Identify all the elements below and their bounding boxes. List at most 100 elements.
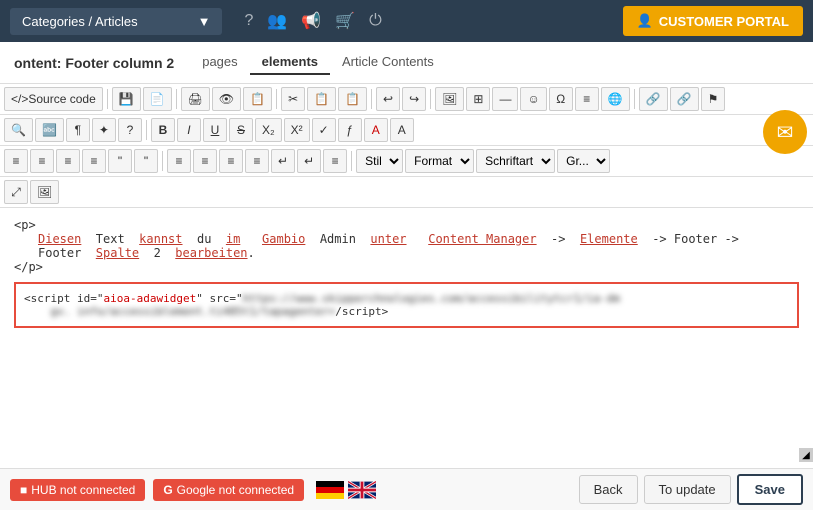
language-flags bbox=[316, 481, 376, 499]
rtl-button[interactable]: ↵ bbox=[297, 149, 321, 173]
globe-button[interactable]: 🌐 bbox=[601, 87, 630, 111]
list2-button[interactable]: ≡ bbox=[30, 149, 54, 173]
font-family-select[interactable]: Schriftart bbox=[476, 149, 555, 173]
superscript-button[interactable]: X² bbox=[284, 118, 310, 142]
code-paragraph-text: Diesen Text kannst du im Gambio Admin un… bbox=[14, 232, 799, 246]
code-content-area[interactable]: <p> Diesen Text kannst du im Gambio Admi… bbox=[0, 208, 813, 368]
preview-button[interactable]: 👁 bbox=[212, 87, 241, 111]
separator bbox=[146, 120, 147, 140]
cut-button[interactable]: ✂ bbox=[281, 87, 305, 111]
action-buttons: Back To update Save bbox=[579, 474, 803, 505]
link-im: im bbox=[226, 232, 240, 246]
cart-icon[interactable]: 🛒 bbox=[335, 11, 355, 31]
template2-button[interactable]: ≡ bbox=[575, 87, 599, 111]
users-icon[interactable]: 👥 bbox=[267, 11, 287, 31]
highlight-button[interactable]: A bbox=[390, 118, 414, 142]
anchor-button[interactable]: ⚑ bbox=[701, 87, 726, 111]
align-left-button[interactable]: ≡ bbox=[167, 149, 191, 173]
german-flag-icon[interactable] bbox=[316, 481, 344, 499]
align-center-button[interactable]: ≡ bbox=[193, 149, 217, 173]
separator bbox=[371, 89, 372, 109]
image-button[interactable]: 🖼 bbox=[435, 87, 464, 111]
script-mid-blurred: gv. info/accessiblement.ti485t1/tapagent… bbox=[24, 305, 335, 318]
print-button[interactable]: 🖨 bbox=[181, 87, 210, 111]
to-update-button[interactable]: To update bbox=[644, 475, 731, 504]
separator bbox=[276, 89, 277, 109]
top-navigation: Categories / Articles ▼ ? 👥 📢 🛒 ⏻ 👤 CUST… bbox=[0, 0, 813, 42]
header-tabs: pages elements Article Contents bbox=[190, 50, 446, 75]
code-footer-line: Footer Spalte 2 bearbeiten. bbox=[14, 246, 799, 260]
check-button[interactable]: ✓ bbox=[312, 118, 336, 142]
page-title: ontent: Footer column 2 bbox=[14, 55, 174, 71]
subscript-button[interactable]: X₂ bbox=[255, 118, 282, 142]
link-spalte: Spalte bbox=[96, 246, 139, 260]
source-code-button[interactable]: </> Source code bbox=[4, 87, 103, 111]
style-select[interactable]: Stil bbox=[356, 149, 403, 173]
hr-button[interactable]: — bbox=[492, 87, 518, 111]
format-select[interactable]: Format bbox=[405, 149, 474, 173]
emoji-button[interactable]: ☺ bbox=[520, 87, 546, 111]
line-height-button[interactable]: ≡ bbox=[323, 149, 347, 173]
link-kannst: kannst bbox=[139, 232, 182, 246]
templates-button[interactable]: 📋 bbox=[243, 87, 272, 111]
help-icon[interactable]: ? bbox=[244, 12, 253, 30]
new-doc-button[interactable]: 📄 bbox=[143, 87, 172, 111]
paste-button[interactable]: 📋 bbox=[338, 87, 367, 111]
status-bar: ■ HUB not connected G Google not connect… bbox=[0, 468, 813, 510]
tab-article-contents[interactable]: Article Contents bbox=[330, 50, 446, 75]
category-dropdown[interactable]: Categories / Articles ▼ bbox=[10, 8, 222, 35]
power-icon[interactable]: ⏻ bbox=[369, 12, 382, 30]
outdent-button[interactable]: ≡ bbox=[82, 149, 106, 173]
code-paragraph-close: </p> bbox=[14, 260, 799, 274]
person-icon: 👤 bbox=[637, 13, 653, 29]
tab-pages[interactable]: pages bbox=[190, 50, 249, 75]
bold-button[interactable]: B bbox=[151, 118, 175, 142]
font-color-button[interactable]: A bbox=[364, 118, 388, 142]
find-button[interactable]: 🔍 bbox=[4, 118, 33, 142]
resize-handle[interactable]: ◢ bbox=[799, 448, 813, 462]
uk-flag-icon[interactable] bbox=[348, 481, 376, 499]
separator bbox=[107, 89, 108, 109]
italic-button[interactable]: I bbox=[177, 118, 201, 142]
align-right-button[interactable]: ≡ bbox=[219, 149, 243, 173]
view-button[interactable]: 🖼 bbox=[30, 180, 59, 204]
message-float-icon[interactable]: ✉ bbox=[763, 110, 807, 154]
content-header: ontent: Footer column 2 pages elements A… bbox=[0, 42, 813, 84]
separator bbox=[634, 89, 635, 109]
function-button[interactable]: ƒ bbox=[338, 118, 362, 142]
separator bbox=[351, 151, 352, 171]
redo-button[interactable]: ↪ bbox=[402, 87, 426, 111]
table-button[interactable]: ⊞ bbox=[466, 87, 490, 111]
back-button[interactable]: Back bbox=[579, 475, 638, 504]
megaphone-icon[interactable]: 📢 bbox=[301, 11, 321, 31]
ltr-button[interactable]: ↵ bbox=[271, 149, 295, 173]
strikethrough-button[interactable]: S bbox=[229, 118, 253, 142]
para-button[interactable]: ¶ bbox=[66, 118, 90, 142]
save-button[interactable]: Save bbox=[737, 474, 803, 505]
font-size-select[interactable]: Gr... bbox=[557, 149, 610, 173]
fullscreen-button[interactable]: ⤢ bbox=[4, 180, 28, 204]
list-button[interactable]: ≡ bbox=[4, 149, 28, 173]
underline-button[interactable]: U bbox=[203, 118, 227, 142]
copy-button[interactable]: 📋 bbox=[307, 87, 336, 111]
indent-button[interactable]: ≡ bbox=[56, 149, 80, 173]
style-button[interactable]: ✦ bbox=[92, 118, 116, 142]
quote-button[interactable]: " bbox=[108, 149, 132, 173]
align-justify-button[interactable]: ≡ bbox=[245, 149, 269, 173]
tab-elements[interactable]: elements bbox=[250, 50, 330, 75]
unlink-button[interactable]: 🔗 bbox=[670, 87, 699, 111]
save-doc-button[interactable]: 💾 bbox=[112, 87, 141, 111]
special-char-button[interactable]: Ω bbox=[549, 87, 573, 111]
link-elemente: Elemente bbox=[580, 232, 638, 246]
toolbar-row-3: ≡ ≡ ≡ ≡ " " ≡ ≡ ≡ ≡ ↵ ↵ ≡ Stil Format Sc… bbox=[0, 146, 813, 177]
quote2-button[interactable]: " bbox=[134, 149, 158, 173]
toolbar-row-4: ⤢ 🖼 bbox=[0, 177, 813, 208]
link-button[interactable]: 🔗 bbox=[639, 87, 668, 111]
find2-button[interactable]: 🔤 bbox=[35, 118, 64, 142]
help2-button[interactable]: ? bbox=[118, 118, 142, 142]
undo-button[interactable]: ↩ bbox=[376, 87, 400, 111]
chevron-down-icon: ▼ bbox=[198, 14, 211, 29]
customer-portal-button[interactable]: 👤 CUSTOMER PORTAL bbox=[623, 6, 803, 36]
link-content-manager: Content Manager bbox=[428, 232, 536, 246]
script-open: <script id="aioa-adawidget" src=" bbox=[24, 292, 243, 305]
